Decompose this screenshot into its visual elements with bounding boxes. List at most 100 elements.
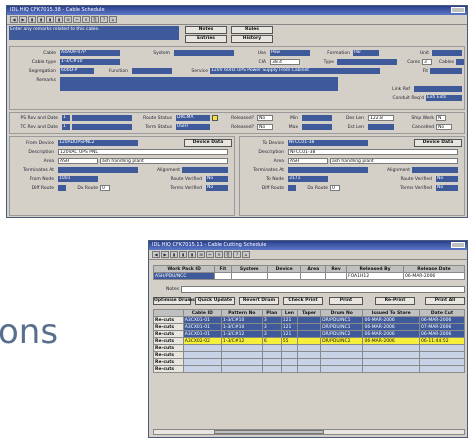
from-terminates-field[interactable] [58, 167, 138, 173]
from-area-field[interactable]: ASH [58, 158, 98, 164]
date-cut-cell[interactable]: 07-MAR-2006 [419, 323, 465, 331]
table-row[interactable]: Re-cuts A3CX01-01 1-3/C#10 3 121 DR/PDU/NC1 06… [153, 323, 465, 331]
table-row-selected[interactable]: Re-cuts A3CX02-02 1-3/C#12 6 55 DR/PDU/NC2 06-… [153, 337, 465, 345]
issued-cell[interactable]: 06-MAR-2006 [362, 316, 420, 324]
tc-rev-date[interactable] [72, 124, 132, 130]
horizontal-scrollbar[interactable] [153, 429, 465, 435]
plan-cell[interactable]: 3 [261, 330, 282, 338]
from-route-verified-select[interactable]: No [206, 176, 228, 182]
to-area-field[interactable]: ASH [288, 158, 328, 164]
table-row[interactable]: Re-cuts [153, 344, 465, 352]
taper-cell[interactable] [297, 330, 322, 338]
fit-select[interactable] [430, 68, 462, 74]
system-field[interactable] [230, 272, 268, 280]
notes-field[interactable] [181, 286, 465, 293]
notes-button[interactable]: Notes [185, 26, 227, 34]
to-route-verified-select[interactable]: No [436, 176, 458, 182]
from-device-field[interactable]: 120ADUPSPNL2 [58, 140, 138, 146]
use-select[interactable]: Pow [270, 50, 310, 56]
re-cuts-button[interactable]: Re-cuts [153, 358, 184, 366]
table-row[interactable]: Re-cuts [153, 351, 465, 359]
scrollbar-thumb[interactable] [214, 430, 324, 434]
tc-rev-num[interactable]: 1 [62, 124, 70, 130]
optimise-drums-button[interactable]: Optimise Drums [153, 297, 195, 305]
history-button[interactable]: History [231, 35, 273, 43]
toolbar-icon[interactable]: ◀ [152, 251, 160, 258]
cable-id-cell[interactable]: A3CX02-02 [182, 337, 222, 345]
drum-cell[interactable]: DR/PDU/NC2 [320, 330, 364, 338]
term-status-field[interactable]: USHI [176, 124, 210, 130]
cancelled-select[interactable]: No [436, 124, 452, 130]
toolbar-icon[interactable]: ⊞ [64, 16, 72, 23]
max-field[interactable] [302, 124, 332, 130]
conduit-field[interactable]: Exh Exts [426, 95, 462, 101]
table-row[interactable]: Re-cuts [153, 358, 465, 366]
function-field[interactable] [132, 68, 172, 74]
table-row[interactable]: Re-cuts A3CX01-01 1-3/C#12 3 121 DR/PDU/NC2 06… [153, 330, 465, 338]
ps-rev-num[interactable]: 1 [62, 115, 70, 121]
cable-id-cell[interactable]: A3CX01-01 [182, 323, 222, 331]
print-button[interactable]: Print [329, 297, 363, 305]
to-device-field[interactable]: NFCC01-38 [288, 140, 368, 146]
toolbar-icon[interactable]: ▮ [179, 251, 187, 258]
table-row[interactable]: Re-cuts [153, 365, 465, 373]
window-controls[interactable] [451, 242, 465, 248]
to-terminates-field[interactable] [288, 167, 368, 173]
min-field[interactable] [302, 115, 332, 121]
to-device-data-button[interactable]: Device Data [414, 139, 462, 147]
re-cuts-button[interactable]: Re-cuts [153, 365, 184, 373]
toolbar-icon[interactable]: ▶ [19, 16, 27, 23]
window-controls[interactable] [451, 7, 465, 13]
toolbar-icon[interactable]: ⊞ [197, 251, 205, 258]
segregation-field[interactable]: 600D-P [60, 68, 94, 74]
released-by-field[interactable]: FOA1H12 [346, 272, 404, 280]
rules-button[interactable]: Rules [231, 26, 273, 34]
taper-cell[interactable] [297, 337, 322, 345]
plan-cell[interactable]: 6 [261, 337, 282, 345]
released-select[interactable]: No [257, 124, 273, 130]
cores-field[interactable]: 3 [422, 59, 432, 65]
print-all-button[interactable]: Print All [425, 297, 465, 305]
re-cuts-button[interactable]: Re-cuts [153, 330, 184, 338]
drum-cell[interactable]: DR/PDU/NC1 [320, 316, 364, 324]
table-row[interactable]: Re-cuts A3CX01-01 1-3/C#10 3 121 DR/PDU/NC1 06… [153, 316, 465, 324]
cable-field[interactable]: A4A09-07P [60, 50, 120, 56]
toolbar-icon[interactable]: ✂ [206, 251, 214, 258]
toolbar-icon[interactable]: ⎘ [224, 251, 232, 258]
est-len-field[interactable] [368, 124, 394, 130]
ps-rev-date[interactable] [72, 115, 132, 121]
toolbar-icon[interactable]: ▮ [55, 16, 63, 23]
issued-cell[interactable]: 06-MAR-2006 [362, 330, 420, 338]
toolbar-icon[interactable]: ▮ [170, 251, 178, 258]
date-cut-cell[interactable]: 06-MAR-2006 [419, 330, 465, 338]
type-field[interactable] [337, 59, 397, 65]
area-field[interactable] [300, 272, 327, 280]
toolbar-icon[interactable]: ✕ [82, 16, 90, 23]
from-diff-route-field[interactable] [58, 185, 66, 191]
link-ref-field[interactable] [414, 86, 462, 92]
release-date-field[interactable]: 06-MAR-2006 [402, 272, 466, 280]
taper-cell[interactable] [297, 323, 322, 331]
toolbar-icon[interactable]: ▶ [161, 251, 169, 258]
pattern-cell[interactable]: 1-3/C#12 [220, 337, 263, 345]
toolbar-icon[interactable]: ▮ [37, 16, 45, 23]
from-alignment-field[interactable] [182, 167, 228, 173]
pattern-cell[interactable]: 1-3/C#10 [220, 323, 263, 331]
date-cut-cell[interactable]: 06-MAR-2006 [419, 316, 465, 324]
cable-id-cell[interactable]: A3CX01-01 [182, 330, 222, 338]
released-select[interactable]: No [257, 115, 273, 121]
toolbar-icon[interactable]: ▮ [28, 16, 36, 23]
re-cuts-button[interactable]: Re-cuts [153, 316, 184, 324]
system-field[interactable] [174, 50, 234, 56]
from-description-field[interactable]: 120VAC UPS PNL [58, 149, 228, 155]
plan-cell[interactable]: 3 [261, 323, 282, 331]
from-device-data-button[interactable]: Device Data [184, 139, 232, 147]
re-cuts-button[interactable]: Re-cuts [153, 344, 184, 352]
to-terms-verified-select[interactable]: No [436, 185, 458, 191]
plan-cell[interactable]: 3 [261, 316, 282, 324]
to-description-field[interactable]: NFCC01-38 [288, 149, 458, 155]
unit-field[interactable] [432, 50, 462, 56]
rev-field[interactable] [325, 272, 347, 280]
remarks-field[interactable] [60, 77, 338, 91]
toolbar-icon[interactable]: ⌂ [242, 251, 250, 258]
